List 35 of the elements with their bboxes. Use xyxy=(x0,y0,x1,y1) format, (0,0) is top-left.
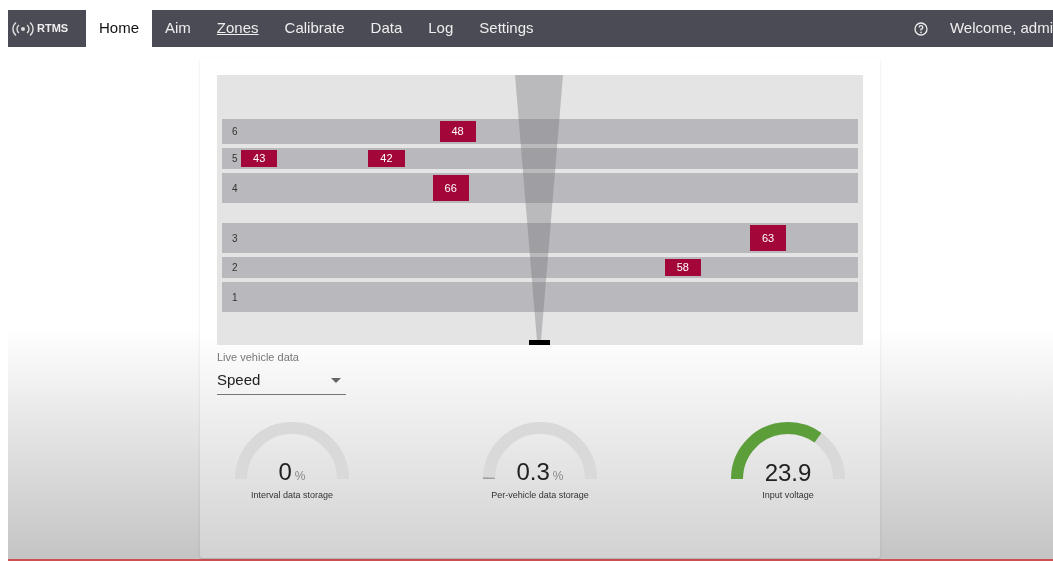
nav-tab[interactable]: Home xyxy=(86,10,152,47)
lane-number: 5 xyxy=(232,152,238,166)
gauge-value: 0 xyxy=(278,459,292,484)
gauge-unit: % xyxy=(294,467,306,485)
nav-tab[interactable]: Calibrate xyxy=(271,10,358,47)
welcome-text: Welcome, admi xyxy=(949,18,1053,39)
gauge-unit: % xyxy=(552,467,564,485)
nav-tab[interactable]: Log xyxy=(415,10,467,47)
live-data-dropdown[interactable]: Speed xyxy=(217,367,346,395)
lane-number: 2 xyxy=(232,261,238,275)
gauge-value: 23.9 xyxy=(764,460,812,485)
caret-icon xyxy=(331,378,341,383)
lane-number: 6 xyxy=(232,125,238,139)
vehicle-marker: 58 xyxy=(664,259,701,276)
nav-tab[interactable]: Zones xyxy=(203,10,272,47)
gauge-value: 0.3 xyxy=(516,459,550,484)
lane-number: 1 xyxy=(232,290,238,305)
lane-number: 4 xyxy=(232,181,238,196)
help-icon[interactable] xyxy=(913,21,928,36)
vehicle-marker: 42 xyxy=(368,150,405,167)
nav-tab[interactable]: Aim xyxy=(152,10,204,47)
sensor-icon xyxy=(529,340,550,345)
vehicle-marker: 48 xyxy=(439,121,476,142)
gauge-label: Interval data storage xyxy=(250,488,334,502)
vehicle-marker: 66 xyxy=(432,175,469,201)
nav-tab[interactable]: Settings xyxy=(466,10,547,47)
lane-number: 3 xyxy=(232,231,238,246)
vehicle-marker: 63 xyxy=(749,225,787,251)
brand-name: RTMS xyxy=(37,21,69,37)
field-label: Live vehicle data xyxy=(217,350,300,365)
nav-tab[interactable]: Data xyxy=(357,10,416,47)
gauge-label: Input voltage xyxy=(762,488,814,502)
vehicle-marker: 43 xyxy=(241,150,278,167)
radio-signal-icon xyxy=(12,20,34,37)
gauge-label: Per-vehicle data storage xyxy=(491,488,589,502)
